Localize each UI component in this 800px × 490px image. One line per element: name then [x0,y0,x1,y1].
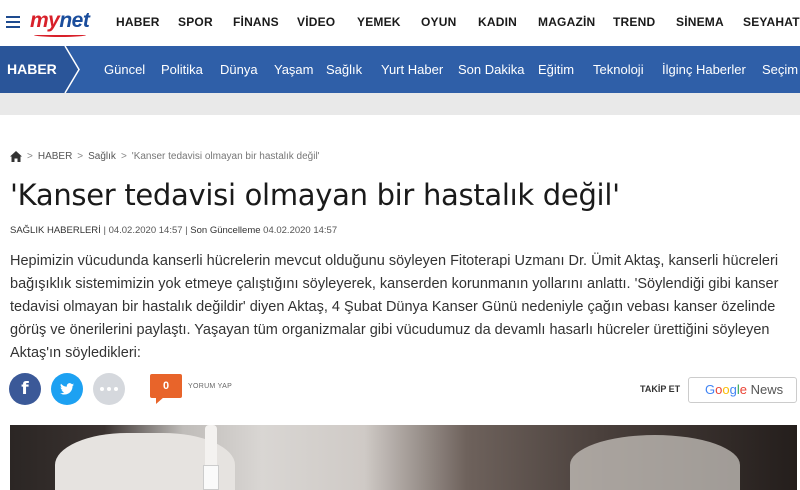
breadcrumb-item-current: 'Kanser tedavisi olmayan bir hastalık de… [131,151,320,162]
topnav-item-oyun[interactable]: OYUN [421,15,456,29]
subnav-item-egitim[interactable]: Eğitim [538,62,574,77]
topnav-item-finans[interactable]: FİNANS [233,15,279,29]
comment-count-button[interactable]: 0 [150,374,182,398]
more-share-button[interactable] [93,373,125,405]
subnav-item-secim[interactable]: Seçim [762,62,798,77]
article-hero-image [10,425,797,490]
breadcrumb-separator: > [120,151,127,162]
section-title[interactable]: HABER [0,46,70,93]
breadcrumb-separator: > [77,151,84,162]
hero-image-vial [203,465,219,490]
topnav-item-magazin[interactable]: MAGAZİN [538,15,595,29]
logo-swoosh [34,33,86,37]
facebook-share-button[interactable]: f [9,373,41,405]
twitter-share-button[interactable] [51,373,83,405]
more-icon [100,387,118,391]
updated-label: Son Güncelleme [190,225,261,236]
published-date: 04.02.2020 14:57 [108,225,183,236]
topnav-item-video[interactable]: VİDEO [297,15,335,29]
topnav-item-seyahat[interactable]: SEYAHAT [743,15,800,29]
subnav-item-ilginc-haberler[interactable]: İlginç Haberler [662,62,746,77]
comment-icon [156,397,164,404]
subnav-item-yurt-haber[interactable]: Yurt Haber [381,62,443,77]
topnav-item-yemek[interactable]: YEMEK [357,15,401,29]
hero-image-person [570,435,740,490]
section-navigation: HABER Güncel Politika Dünya Yaşam Sağlık… [0,46,800,93]
subnav-item-yasam[interactable]: Yaşam [274,62,314,77]
breadcrumb-separator: > [27,151,33,162]
meta-divider: | [103,225,106,236]
top-navigation: mynet HABER SPOR FİNANS VİDEO YEMEK OYUN… [0,0,800,46]
ad-placeholder-strip [0,93,800,115]
section-title-label: HABER [7,61,57,77]
article-meta: SAĞLIK HABERLERİ | 04.02.2020 14:57 | So… [10,225,337,236]
site-logo[interactable]: mynet [30,9,90,33]
topnav-item-trend[interactable]: TREND [613,15,655,29]
meta-divider: | [185,225,188,236]
article-category[interactable]: SAĞLIK HABERLERİ [10,225,101,236]
breadcrumb: > HABER > Sağlık > 'Kanser tedavisi olma… [10,151,320,162]
subnav-item-son-dakika[interactable]: Son Dakika [458,62,524,77]
subnav-item-saglik[interactable]: Sağlık [326,62,362,77]
breadcrumb-item-saglik[interactable]: Sağlık [88,151,116,162]
topnav-item-sinema[interactable]: SİNEMA [676,15,724,29]
home-icon[interactable] [10,151,22,162]
comment-label[interactable]: YORUM YAP [188,383,232,390]
google-news-follow-button[interactable]: Google News [688,377,797,403]
subnav-item-guncel[interactable]: Güncel [104,62,145,77]
topnav-item-haber[interactable]: HABER [116,15,160,29]
chevron-divider-icon [64,46,80,93]
topnav-item-spor[interactable]: SPOR [178,15,213,29]
article-title: 'Kanser tedavisi olmayan bir hastalık de… [10,178,620,212]
topnav-item-kadin[interactable]: KADIN [478,15,517,29]
menu-icon[interactable] [6,16,20,28]
breadcrumb-item-haber[interactable]: HABER [38,151,72,162]
twitter-icon [60,383,74,395]
subnav-item-teknoloji[interactable]: Teknoloji [593,62,644,77]
updated-date: 04.02.2020 14:57 [263,225,338,236]
subnav-item-politika[interactable]: Politika [161,62,203,77]
facebook-icon: f [21,379,29,399]
subnav-item-dunya[interactable]: Dünya [220,62,258,77]
follow-label: TAKİP ET [640,384,681,394]
article-summary: Hepimizin vücudunda kanserli hücrelerin … [10,253,779,361]
